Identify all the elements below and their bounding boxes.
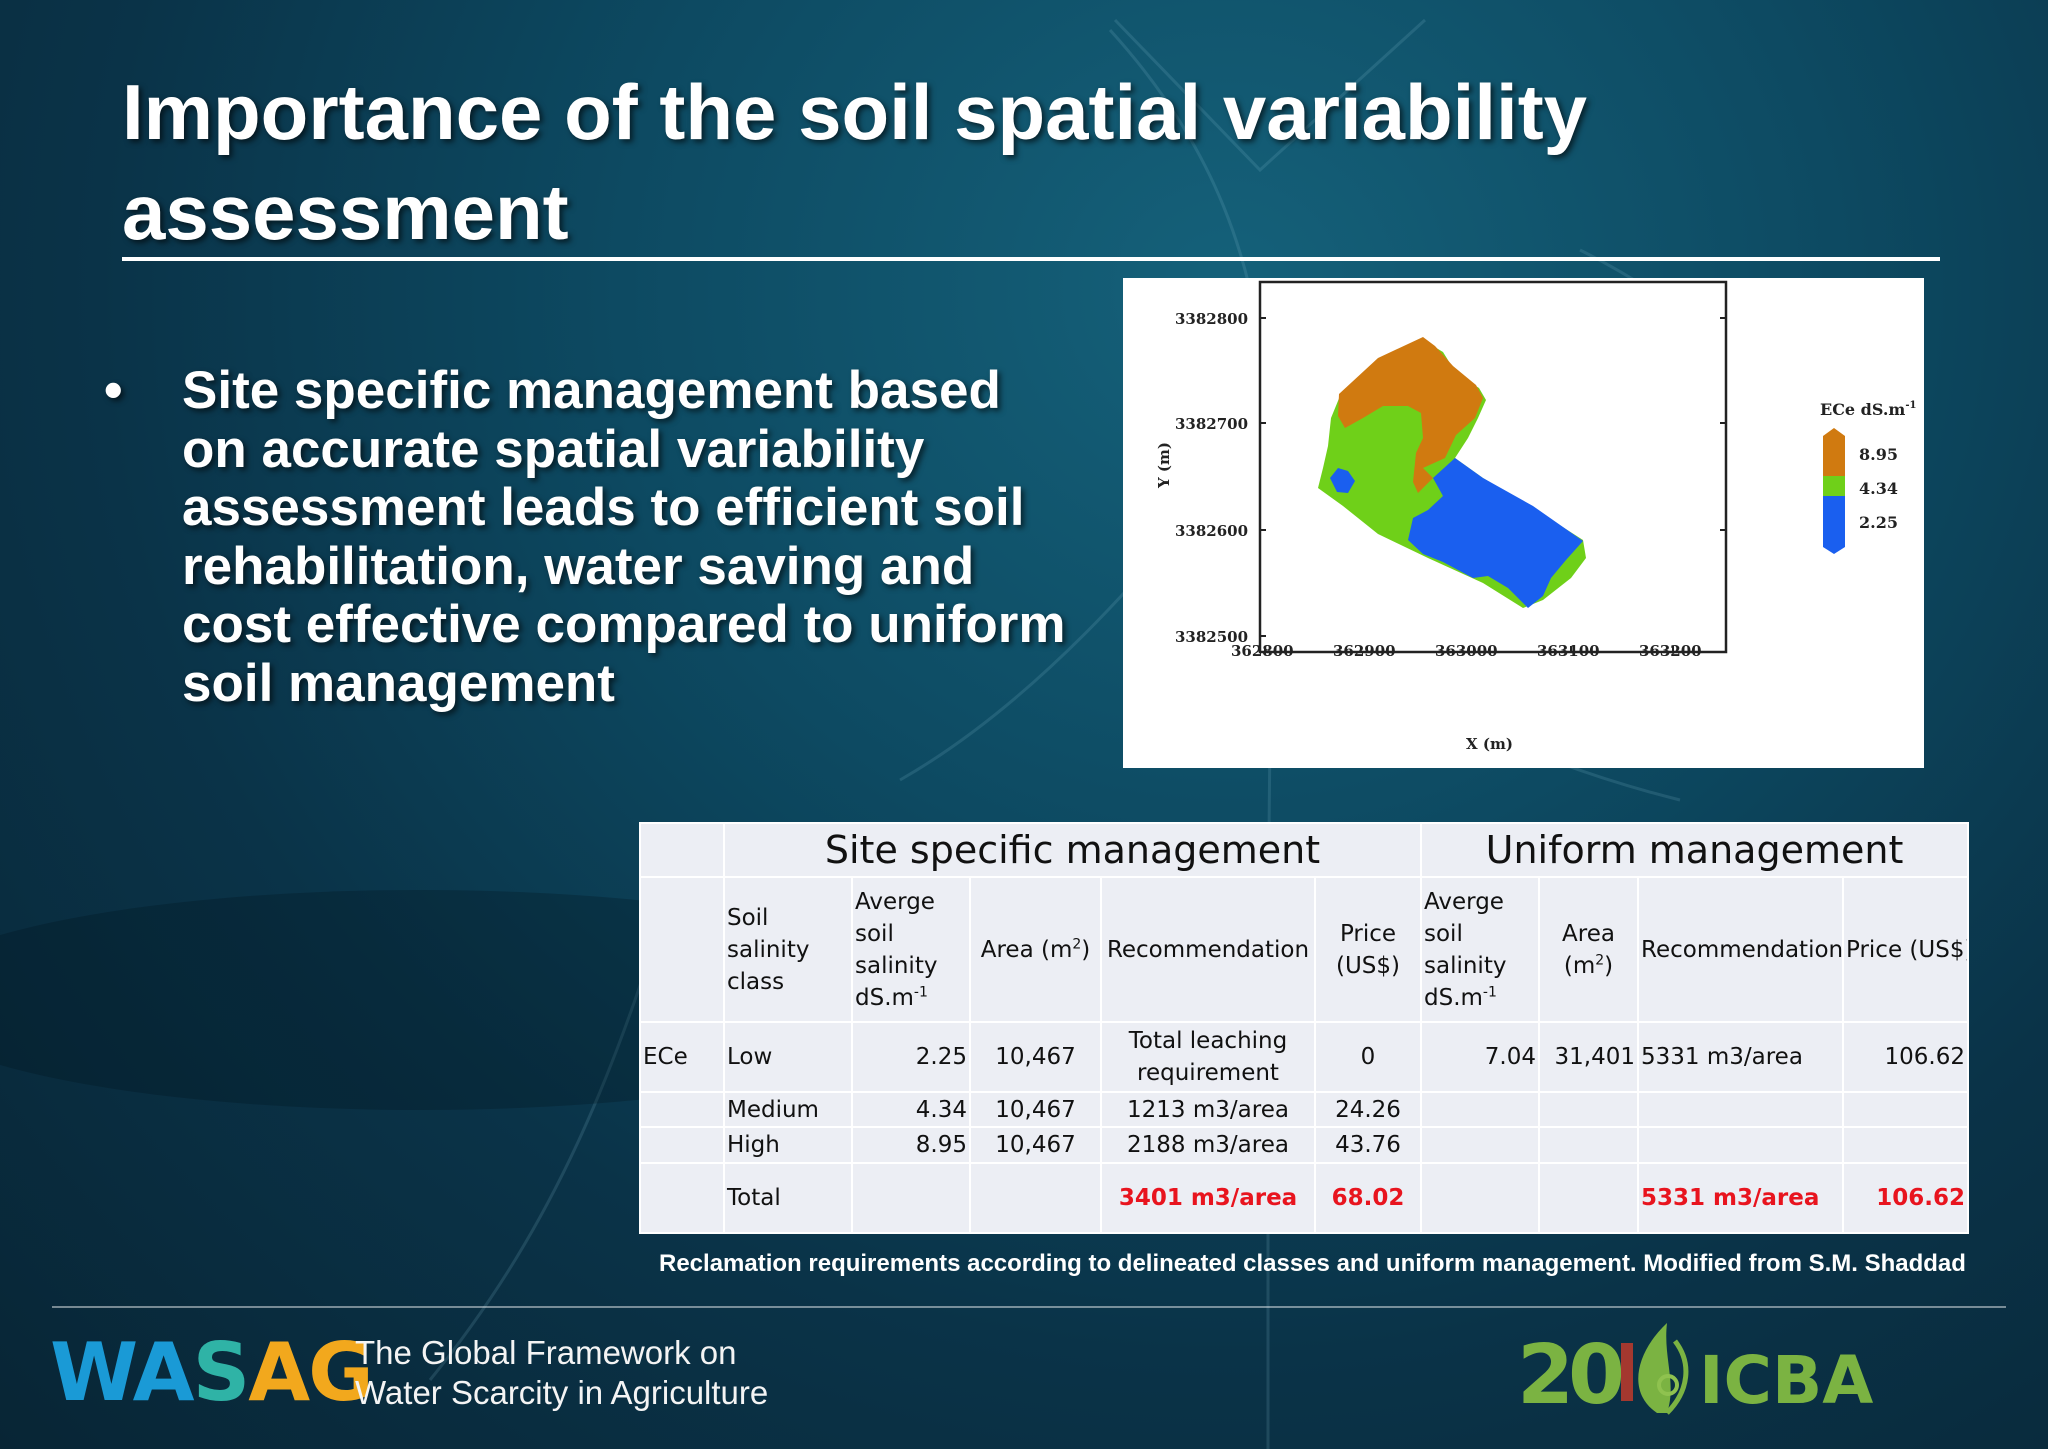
col-header-uniform-avg-salinity: Averge soil salinity dS.m-1	[1420, 876, 1540, 1023]
table-cell	[969, 1161, 1102, 1235]
x-tick-label: 362800	[1231, 642, 1294, 660]
col-header-avg-salinity: Averge soil salinity dS.m-1	[851, 876, 971, 1023]
recommendation-cell: 2188 m3/area	[1100, 1126, 1316, 1164]
avg-cell: 2.25	[851, 1020, 971, 1094]
avg-cell: 8.95	[851, 1126, 971, 1164]
x-tick-label: 363100	[1537, 642, 1600, 660]
legend-value: 2.25	[1859, 513, 1898, 532]
bullet-icon: •	[104, 361, 123, 420]
y-tick-label: 3382700	[1175, 415, 1248, 433]
table-cell	[1420, 1126, 1540, 1164]
table-cell	[1420, 1161, 1540, 1235]
table-row: Medium 4.34 10,467 1213 m3/area 24.26	[639, 1091, 1969, 1129]
avg-cell: 4.34	[851, 1091, 971, 1129]
price-cell: 0	[1314, 1020, 1422, 1094]
table-cell	[1538, 1161, 1639, 1235]
legend-value: 4.34	[1859, 479, 1898, 498]
table-cell	[1637, 1126, 1844, 1164]
legend-swatch-low	[1823, 496, 1845, 554]
x-tick-label: 363000	[1435, 642, 1498, 660]
icba-logo: 20 ICBA	[1517, 1323, 1873, 1423]
total-recommendation-cell: 3401 m3/area	[1100, 1161, 1316, 1235]
table-cell	[1842, 1126, 1969, 1164]
bullet-text: Site specific management based on accura…	[182, 361, 1066, 713]
legend-title: ECe dS.m-1	[1820, 400, 1916, 419]
wasag-tagline: The Global Framework on Water Scarcity i…	[355, 1333, 768, 1413]
y-tick-label: 3382800	[1175, 310, 1248, 328]
recommendation-cell: 1213 m3/area	[1100, 1091, 1316, 1129]
group-header-uniform: Uniform management	[1420, 821, 1969, 879]
col-header-uniform-area: Area (m2)	[1538, 876, 1639, 1023]
col-header-uniform-price: Price (US$)	[1842, 876, 1969, 1023]
area-cell: 10,467	[969, 1020, 1102, 1094]
table-total-row: Total 3401 m3/area 68.02 5331 m3/area 10…	[639, 1161, 1969, 1235]
class-cell: Medium	[723, 1091, 853, 1129]
col-header-class: Soil salinity class	[723, 876, 853, 1023]
bullet-point: • Site specific management based on accu…	[100, 361, 1080, 713]
col-header-recommendation: Recommendation	[1100, 876, 1316, 1023]
y-tick-label: 3382600	[1175, 522, 1248, 540]
price-cell: 24.26	[1314, 1091, 1422, 1129]
uniform-area-cell: 31,401	[1538, 1020, 1639, 1094]
table-cell	[1538, 1126, 1639, 1164]
class-cell: High	[723, 1126, 853, 1164]
total-price-cell: 68.02	[1314, 1161, 1422, 1235]
table-cell	[1420, 1091, 1540, 1129]
table-row: ECe Low 2.25 10,467 Total leaching requi…	[639, 1020, 1969, 1094]
table-column-header-row: Soil salinity class Averge soil salinity…	[639, 876, 1969, 1023]
table-cell	[1538, 1091, 1639, 1129]
salinity-map-figure: 3382800 3382700 3382600 3382500 362800 3…	[1123, 278, 1924, 768]
param-cell: ECe	[639, 1020, 725, 1094]
tagline-line-1: The Global Framework on	[355, 1334, 737, 1371]
icba-leaf-icon	[1638, 1323, 1689, 1415]
area-cell: 10,467	[969, 1126, 1102, 1164]
uniform-price-cell: 106.62	[1842, 1020, 1969, 1094]
y-axis-label: Y (m)	[1155, 442, 1173, 489]
price-cell: 43.76	[1314, 1126, 1422, 1164]
table-cell	[639, 821, 725, 879]
table-cell	[639, 1091, 725, 1129]
tagline-line-2: Water Scarcity in Agriculture	[355, 1374, 769, 1411]
table-cell	[851, 1161, 971, 1235]
col-header-uniform-recommendation: Recommendation	[1637, 876, 1844, 1023]
table-cell	[639, 1161, 725, 1235]
icba-wordmark: ICBA	[1699, 1342, 1873, 1419]
table-cell	[639, 876, 725, 1023]
legend-swatch-medium	[1823, 476, 1845, 496]
reclamation-table: Site specific management Uniform managem…	[639, 821, 1969, 1235]
slide-title: Importance of the soil spatial variabili…	[122, 68, 1588, 256]
table-cell	[1637, 1091, 1844, 1129]
col-header-area: Area (m2)	[969, 876, 1102, 1023]
total-label-cell: Total	[723, 1161, 853, 1235]
uniform-avg-cell: 7.04	[1420, 1020, 1540, 1094]
legend-value: 8.95	[1859, 445, 1898, 464]
legend-swatch-high	[1823, 428, 1845, 476]
table-cell	[639, 1126, 725, 1164]
group-header-site-specific: Site specific management	[723, 821, 1422, 879]
uniform-total-price-cell: 106.62	[1842, 1161, 1969, 1235]
uniform-total-recommendation-cell: 5331 m3/area	[1637, 1161, 1844, 1235]
wasag-logo-ag: AG	[248, 1326, 374, 1419]
x-tick-label: 363200	[1639, 642, 1702, 660]
area-cell: 10,467	[969, 1091, 1102, 1129]
icba-anniversary-number: 20	[1517, 1328, 1622, 1423]
col-header-price: Price (US$)	[1314, 876, 1422, 1023]
wasag-logo: WASAG	[50, 1333, 374, 1413]
table-caption: Reclamation requirements according to de…	[659, 1250, 1966, 1277]
table-row: High 8.95 10,467 2188 m3/area 43.76	[639, 1126, 1969, 1164]
x-tick-label: 362900	[1333, 642, 1396, 660]
x-axis-label: X (m)	[1466, 735, 1513, 753]
title-divider	[122, 257, 1940, 261]
table-cell	[1842, 1091, 1969, 1129]
wasag-logo-wa: WA	[50, 1326, 195, 1419]
uniform-recommendation-cell: 5331 m3/area	[1637, 1020, 1844, 1094]
wasag-logo-s: S	[192, 1326, 251, 1419]
recommendation-cell: Total leaching requirement	[1100, 1020, 1316, 1094]
class-cell: Low	[723, 1020, 853, 1094]
table-group-header-row: Site specific management Uniform managem…	[639, 821, 1969, 879]
